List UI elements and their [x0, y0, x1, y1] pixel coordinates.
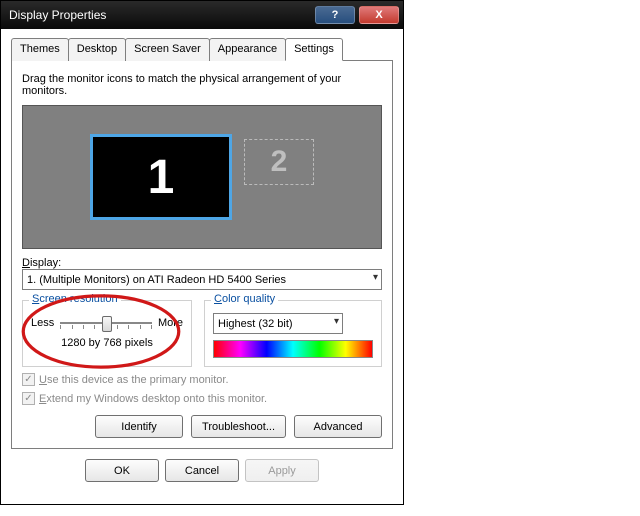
extend-desktop-checkbox-row: ✓ Extend my Windows desktop onto this mo… [22, 392, 382, 405]
monitor-arrangement-area[interactable]: 1 2 [22, 105, 382, 249]
color-quality-group: Color quality Highest (32 bit) [204, 300, 382, 367]
display-properties-window: Display Properties ? X Themes Desktop Sc… [0, 0, 404, 505]
tab-settings[interactable]: Settings [285, 38, 343, 61]
cancel-button[interactable]: Cancel [165, 459, 239, 482]
monitor-2[interactable]: 2 [244, 139, 314, 185]
primary-monitor-checkbox: ✓ [22, 373, 35, 386]
tab-screensaver[interactable]: Screen Saver [125, 38, 210, 61]
screen-resolution-group: Screen resolution Less More 1280 by 768 … [22, 300, 192, 367]
primary-monitor-label: Use this device as the primary monitor. [39, 374, 229, 386]
window-title: Display Properties [9, 8, 315, 22]
resolution-legend: Screen resolution [29, 293, 121, 305]
color-legend: Color quality [211, 293, 278, 305]
resolution-more-label: More [158, 317, 183, 329]
instruction-text: Drag the monitor icons to match the phys… [22, 73, 382, 97]
display-select-value: 1. (Multiple Monitors) on ATI Radeon HD … [27, 274, 286, 286]
settings-panel: Drag the monitor icons to match the phys… [11, 60, 393, 449]
close-button[interactable]: X [359, 6, 399, 24]
tab-appearance[interactable]: Appearance [209, 38, 286, 61]
tab-themes[interactable]: Themes [11, 38, 69, 61]
tab-desktop[interactable]: Desktop [68, 38, 126, 61]
titlebar[interactable]: Display Properties ? X [1, 1, 403, 29]
color-spectrum [213, 340, 373, 358]
resolution-slider-thumb[interactable] [102, 316, 112, 332]
resolution-slider[interactable] [60, 313, 152, 333]
tab-bar: Themes Desktop Screen Saver Appearance S… [11, 38, 393, 61]
extend-desktop-checkbox: ✓ [22, 392, 35, 405]
display-label: Display: [22, 257, 382, 269]
ok-button[interactable]: OK [85, 459, 159, 482]
troubleshoot-button[interactable]: Troubleshoot... [191, 415, 286, 438]
display-select[interactable]: 1. (Multiple Monitors) on ATI Radeon HD … [22, 269, 382, 290]
help-button[interactable]: ? [315, 6, 355, 24]
apply-button[interactable]: Apply [245, 459, 319, 482]
identify-button[interactable]: Identify [95, 415, 183, 438]
extend-desktop-label: Extend my Windows desktop onto this moni… [39, 393, 267, 405]
advanced-button[interactable]: Advanced [294, 415, 382, 438]
color-quality-select[interactable]: Highest (32 bit) [213, 313, 343, 334]
resolution-less-label: Less [31, 317, 54, 329]
resolution-value: 1280 by 768 pixels [31, 337, 183, 349]
monitor-1[interactable]: 1 [90, 134, 232, 220]
primary-monitor-checkbox-row: ✓ Use this device as the primary monitor… [22, 373, 382, 386]
color-quality-value: Highest (32 bit) [218, 318, 293, 330]
